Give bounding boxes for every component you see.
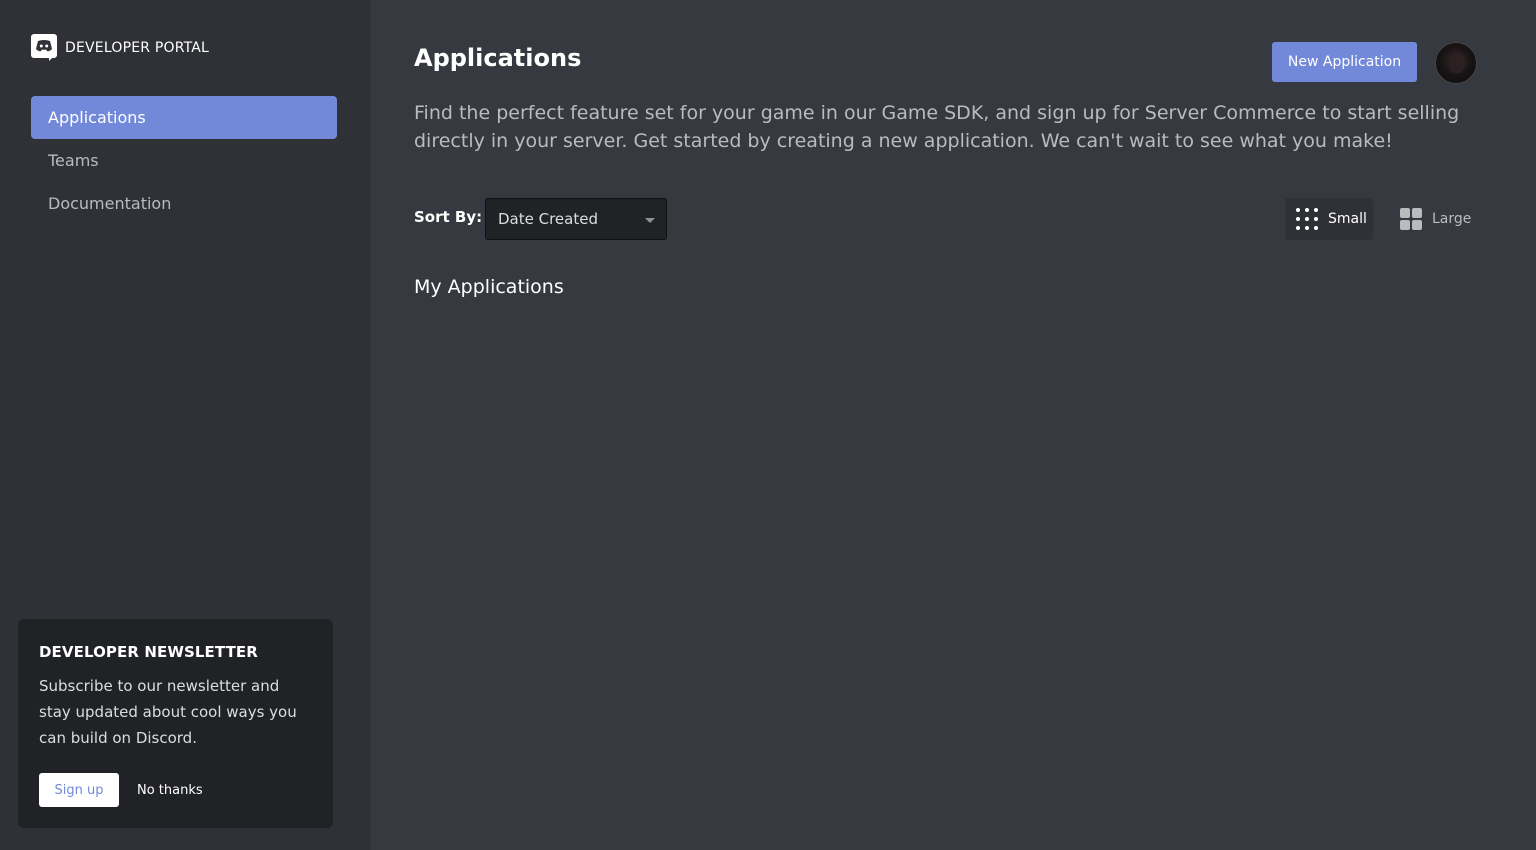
sidebar-item-teams[interactable]: Teams [31,139,337,182]
sidebar: DEVELOPER PORTAL Applications Teams Docu… [0,0,371,850]
sort-label: Sort By: [414,208,483,226]
sort-selected-value: Date Created [498,210,598,228]
newsletter-title: DEVELOPER NEWSLETTER [39,643,258,661]
small-grid-icon [1296,208,1318,230]
new-application-button[interactable]: New Application [1272,42,1417,82]
large-grid-icon [1400,208,1422,230]
section-title: My Applications [414,276,564,298]
brand-name: DEVELOPER PORTAL [65,40,210,56]
page-title: Applications [414,44,582,72]
chevron-down-icon [645,218,655,223]
app-window: DEVELOPER PORTAL Applications Teams Docu… [0,0,1536,850]
sidebar-item-label: Applications [48,108,146,127]
sidebar-item-label: Documentation [48,194,172,213]
newsletter-body: Subscribe to our newsletter and stay upd… [39,677,297,747]
view-large-label: Large [1432,211,1472,227]
page-description: Find the perfect feature set for your ga… [414,102,1460,152]
sidebar-item-applications[interactable]: Applications [31,96,337,139]
no-thanks-button[interactable]: No thanks [137,783,203,798]
brand[interactable]: DEVELOPER PORTAL [31,33,209,63]
sidebar-item-documentation[interactable]: Documentation [31,182,337,225]
avatar[interactable] [1435,42,1477,84]
view-large-toggle[interactable]: Large [1390,198,1474,240]
sidebar-item-label: Teams [48,151,99,170]
sidebar-nav: Applications Teams Documentation [31,96,337,225]
newsletter-card: DEVELOPER NEWSLETTER Subscribe to our ne… [18,619,333,828]
newsletter-actions: Sign up No thanks [39,773,203,807]
view-small-toggle[interactable]: Small [1285,198,1373,240]
sign-up-button[interactable]: Sign up [39,773,119,807]
discord-logo-icon [31,34,57,62]
sort-select[interactable]: Date Created [485,198,667,240]
main-content: Applications New Application Find the pe… [371,0,1536,850]
view-small-label: Small [1328,211,1367,227]
